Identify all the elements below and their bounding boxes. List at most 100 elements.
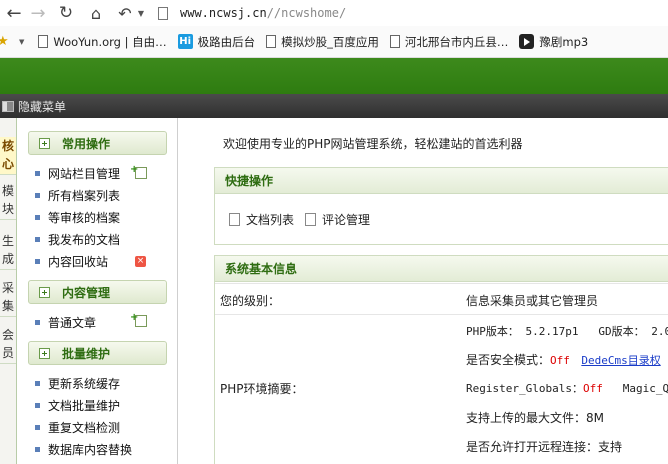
address-bar[interactable]: www.ncwsj.cn//ncwshome/ — [150, 1, 668, 25]
bookmark-label: 极路由后台 — [197, 34, 256, 49]
bookmark-hebei[interactable]: 河北邢台市内丘县… — [389, 34, 509, 50]
sidebar-item-label: 网站栏目管理 — [48, 166, 121, 181]
reload-icon[interactable]: ↻ — [56, 2, 76, 24]
document-icon — [229, 212, 240, 226]
sidebar-item-label: 文档批量维护 — [48, 398, 121, 413]
sidebar-item-my-docs[interactable]: 我发布的文档 — [35, 229, 170, 249]
admin-header — [0, 58, 668, 94]
bullet-icon — [35, 236, 40, 242]
bullet-icon — [35, 214, 40, 220]
tab-core[interactable]: 核心 — [0, 137, 16, 175]
max-upload-value: 8M — [586, 411, 605, 425]
bookmark-hiwifi[interactable]: Hi 极路由后台 — [177, 34, 256, 50]
sidebar-item-category-manage[interactable]: 网站栏目管理 — [35, 163, 170, 183]
remote-value: 支持 — [598, 440, 623, 454]
env-label: PHP环境摘要： — [220, 382, 304, 396]
section-title: 常用操作 — [62, 136, 111, 151]
sidebar-item-label: 内容回收站 — [48, 254, 109, 269]
bookmark-wooyun[interactable]: WooYun.org | 自由… — [38, 34, 167, 50]
tab-generate[interactable]: 生成 — [0, 232, 16, 270]
section-common-ops[interactable]: 常用操作 — [28, 131, 167, 155]
action-comments[interactable]: 评论管理 — [305, 208, 370, 230]
page-icon — [266, 35, 277, 48]
php-version-label: PHP版本： — [466, 325, 519, 338]
back-icon[interactable]: ← — [4, 2, 24, 24]
quick-actions-panel: 快捷操作 — [214, 167, 668, 245]
sidebar-item-db-replace[interactable]: 数据库内容替换 — [35, 439, 170, 459]
safe-mode-value: Off — [550, 354, 570, 367]
action-doc-list[interactable]: 文档列表 — [229, 208, 294, 230]
php-version-line: PHP版本： 5.2.17p1 GD版本： 2.0 — [466, 323, 668, 339]
bookmark-label: 模拟炒股_百度应用 — [281, 34, 379, 49]
panel-title: 快捷操作 — [215, 168, 668, 194]
sidebar-item-label: 等审核的档案 — [48, 210, 121, 225]
bookmark-label: WooYun.org | 自由… — [53, 34, 167, 49]
php-version-value: 5.2.17p1 — [525, 325, 579, 338]
info-row-level: 您的级别： 信息采集员或其它管理员 — [215, 283, 668, 314]
sidebar-item-label: 所有档案列表 — [48, 188, 121, 203]
action-label: 评论管理 — [322, 212, 371, 227]
tab-member[interactable]: 会员 — [0, 326, 16, 364]
sidebar-item-recycle[interactable]: 内容回收站 — [35, 251, 170, 271]
sidebar-item-update-cache[interactable]: 更新系统缓存 — [35, 373, 170, 393]
register-globals-label: Register_Globals： — [466, 382, 583, 395]
bookmark-stock[interactable]: 模拟炒股_百度应用 — [266, 34, 379, 50]
bullet-icon — [35, 380, 40, 386]
main-content: 欢迎使用专业的PHP网站管理系统，轻松建站的首选利器 快捷操作 文档列表 评论管… — [195, 118, 668, 464]
bookmark-yuju[interactable]: 豫剧mp3 — [519, 34, 588, 50]
bullet-icon — [35, 258, 40, 264]
bookmarks-bar: ★ ▼ WooYun.org | 自由… Hi 极路由后台 模拟炒股_百度应用 河… — [0, 26, 668, 58]
dede-permission-link[interactable]: DedeCms目录权 — [581, 354, 660, 367]
gd-value: 2.0 — [651, 325, 668, 338]
section-title: 批量维护 — [62, 346, 111, 361]
bullet-icon — [35, 446, 40, 452]
add-icon[interactable] — [130, 312, 147, 327]
welcome-text: 欢迎使用专业的PHP网站管理系统，轻松建站的首选利器 — [223, 137, 523, 151]
remote-line: 是否允许打开远程连接：支持 — [466, 438, 622, 455]
browser-window: ← → ↻ ⌂ ↶ ▼ www.ncwsj.cn//ncwshome/ ★ ▼ … — [0, 0, 668, 464]
register-globals-line: Register_Globals：Off Magic_Quot — [466, 380, 668, 396]
home-icon[interactable]: ⌂ — [86, 2, 106, 24]
info-row-env: PHP环境摘要： PHP版本： 5.2.17p1 GD版本： 2.0 是否安全模… — [215, 314, 668, 464]
level-label: 您的级别： — [220, 294, 281, 308]
section-batch[interactable]: 批量维护 — [28, 341, 167, 365]
menu-toggle-icon[interactable] — [2, 100, 14, 112]
bookmark-label: 河北邢台市内丘县… — [404, 34, 509, 49]
bullet-icon — [35, 424, 40, 430]
url-path: //ncwshome/ — [266, 6, 347, 20]
panel-title: 系统基本信息 — [215, 256, 668, 282]
forward-icon[interactable]: → — [28, 2, 48, 24]
max-upload-line: 支持上传的最大文件：8M — [466, 409, 604, 426]
expand-icon[interactable] — [39, 137, 50, 149]
menu-bar: 隐藏菜单 — [0, 94, 668, 118]
sidebar-item-label: 重复文档检测 — [48, 420, 121, 435]
dropdown-arrow-icon[interactable]: ▼ — [19, 38, 24, 46]
action-label: 文档列表 — [246, 212, 295, 227]
delete-icon[interactable]: × — [135, 256, 146, 267]
sidebar-item-duplicate[interactable]: 重复文档检测 — [35, 417, 170, 437]
expand-icon[interactable] — [39, 347, 50, 359]
sidebar-item-pending[interactable]: 等审核的档案 — [35, 207, 170, 227]
page-icon — [38, 35, 49, 48]
hi-logo-icon: Hi — [177, 34, 193, 49]
star-icon[interactable]: ★ — [0, 34, 11, 49]
tab-module[interactable]: 模块 — [0, 182, 16, 220]
add-icon[interactable] — [130, 164, 147, 179]
bullet-icon — [35, 319, 40, 325]
tab-collect[interactable]: 采集 — [0, 279, 16, 317]
sidebar-item-batch-maint[interactable]: 文档批量维护 — [35, 395, 170, 415]
module-tabs: 核心 模块 生成 采集 会员 — [0, 118, 17, 464]
undo-icon[interactable]: ↶ — [116, 2, 134, 24]
section-content-manage[interactable]: 内容管理 — [28, 280, 167, 304]
sidebar-item-label: 数据库内容替换 — [48, 442, 133, 457]
expand-icon[interactable] — [39, 286, 50, 298]
section-title: 内容管理 — [62, 285, 111, 300]
dropdown-arrow-icon[interactable]: ▼ — [136, 2, 146, 24]
remote-label: 是否允许打开远程连接： — [466, 440, 599, 454]
sidebar-item-label: 普通文章 — [48, 315, 97, 330]
sidebar-divider[interactable] — [177, 118, 195, 464]
sidebar-item-all-archives[interactable]: 所有档案列表 — [35, 185, 170, 205]
sidebar-item-article[interactable]: 普通文章 — [35, 312, 170, 332]
hide-menu-link[interactable]: 隐藏菜单 — [18, 98, 66, 115]
system-info-panel: 系统基本信息 您的级别： 信息采集员或其它管理员 PHP环境摘要： PHP版本：… — [214, 255, 668, 464]
